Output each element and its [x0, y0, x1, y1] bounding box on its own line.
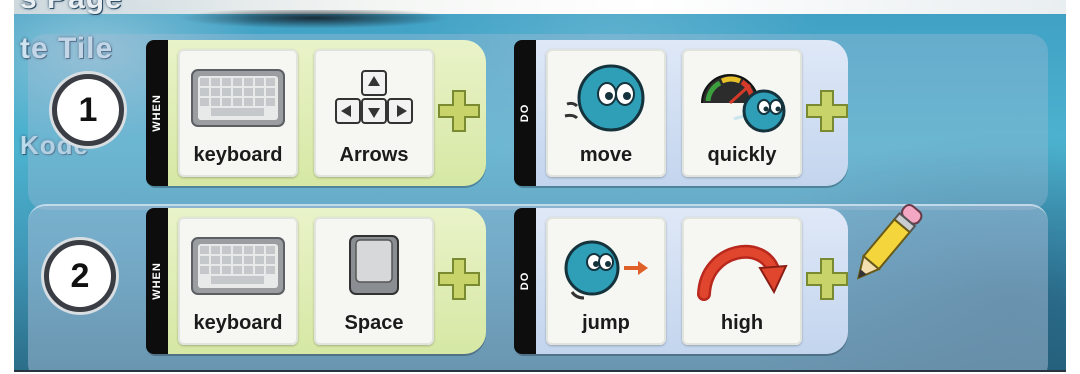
kodu-move-icon: [556, 59, 656, 137]
when-label: WHEN: [151, 262, 163, 300]
do-tab: DO: [514, 208, 536, 354]
tile-label: Space: [344, 312, 404, 334]
add-tile-plus-icon[interactable]: [436, 256, 482, 302]
add-tile-plus-icon[interactable]: [436, 88, 482, 134]
rule-number-1[interactable]: 1: [52, 74, 124, 146]
tile-keyboard[interactable]: keyboard: [178, 49, 298, 177]
when-label: WHEN: [151, 94, 163, 132]
curved-arrow-icon: [692, 227, 792, 305]
kodu-jump-icon: [556, 227, 656, 305]
do-block-rule-1[interactable]: DO move quickly: [514, 40, 848, 186]
do-label: DO: [519, 103, 531, 123]
pencil-cursor-icon[interactable]: [846, 198, 926, 292]
arrow-keys-icon: [324, 59, 424, 137]
speedometer-icon: [692, 59, 792, 137]
tile-high[interactable]: high: [682, 217, 802, 345]
add-tile-plus-icon[interactable]: [804, 88, 850, 134]
tile-label: Arrows: [339, 144, 409, 166]
tile-space[interactable]: Space: [314, 217, 434, 345]
tile-keyboard[interactable]: keyboard: [178, 217, 298, 345]
tile-move[interactable]: move: [546, 49, 666, 177]
do-tab: DO: [514, 40, 536, 186]
tile-label: quickly: [707, 144, 777, 166]
when-tab: WHEN: [146, 208, 168, 354]
add-tile-plus-icon[interactable]: [804, 256, 850, 302]
tile-label: keyboard: [193, 144, 283, 166]
when-tab: WHEN: [146, 40, 168, 186]
when-block-rule-2[interactable]: WHEN keyboard Space: [146, 208, 486, 354]
tile-label: move: [579, 144, 633, 166]
keyboard-icon: [188, 227, 288, 305]
keyboard-icon: [188, 59, 288, 137]
do-block-rule-2[interactable]: DO jump high: [514, 208, 848, 354]
tile-jump[interactable]: jump: [546, 217, 666, 345]
tile-quickly[interactable]: quickly: [682, 49, 802, 177]
tile-label: keyboard: [193, 312, 283, 334]
tile-label: high: [720, 312, 764, 334]
space-key-icon: [324, 227, 424, 305]
rule-number-2[interactable]: 2: [44, 240, 116, 312]
programming-workspace: s Page te Tile Kode 1 WHEN k: [14, 0, 1066, 372]
do-label: DO: [519, 271, 531, 291]
page-title-fragment: s Page: [20, 0, 123, 16]
tile-arrows[interactable]: Arrows: [314, 49, 434, 177]
tile-label: jump: [582, 312, 630, 334]
when-block-rule-1[interactable]: WHEN keyboard Arrows: [146, 40, 486, 186]
